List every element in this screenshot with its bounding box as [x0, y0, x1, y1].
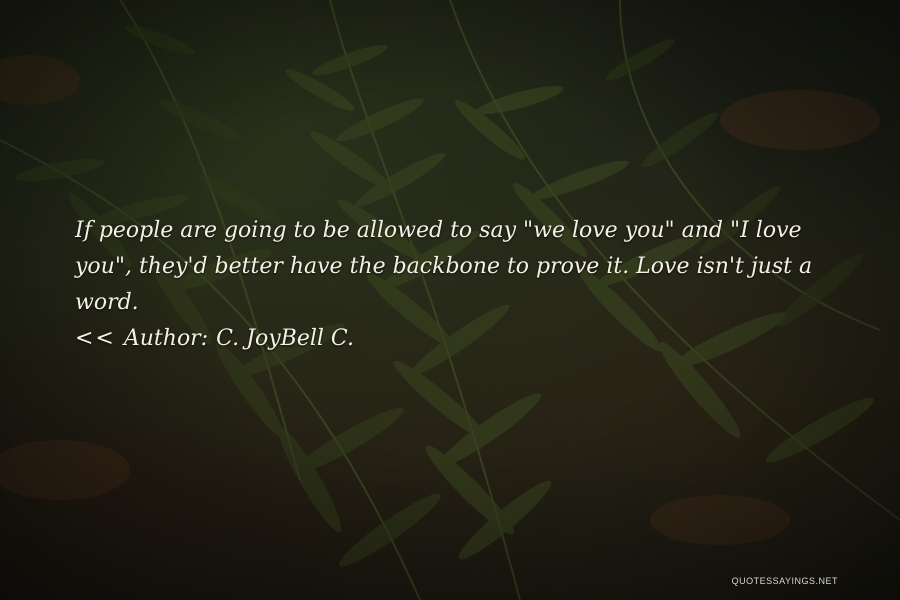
author-line: << Author: C. JoyBell C.: [75, 321, 855, 357]
author-name: C. JoyBell C.: [216, 326, 354, 351]
watermark: QUOTESSAYINGS.NET: [731, 576, 838, 586]
author-label: Author:: [123, 326, 209, 351]
quote-image: If people are going to be allowed to say…: [0, 0, 900, 600]
quote-text: If people are going to be allowed to say…: [75, 218, 813, 315]
quote-block: If people are going to be allowed to say…: [75, 213, 855, 357]
author-arrows: <<: [75, 326, 116, 351]
